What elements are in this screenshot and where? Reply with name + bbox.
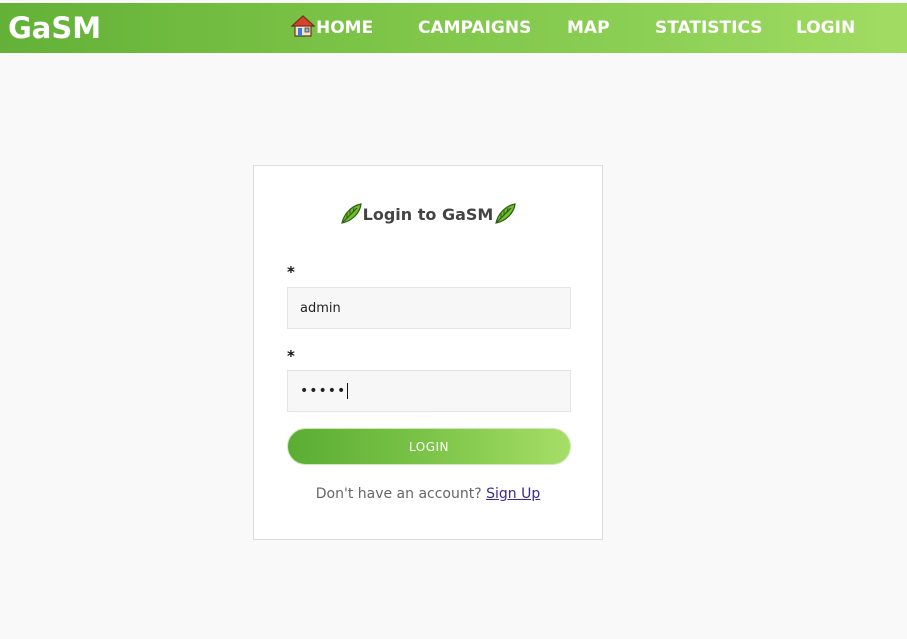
- login-button[interactable]: LOGIN: [287, 428, 571, 465]
- nav-login[interactable]: LOGIN: [796, 18, 855, 38]
- nav-statistics[interactable]: STATISTICS: [655, 18, 762, 38]
- username-required-marker: *: [287, 263, 295, 281]
- leaf-icon: [493, 202, 517, 226]
- signup-link[interactable]: Sign Up: [486, 486, 540, 502]
- top-navbar: GaSM HOME CAMPAIGNS MAP STATISTICS LOGIN: [0, 3, 907, 53]
- login-card: Login to GaSM * admin * ••••• LOGIN Don'…: [253, 165, 603, 540]
- nav-home[interactable]: HOME: [290, 15, 374, 38]
- signup-row: Don't have an account? Sign Up: [254, 486, 602, 502]
- password-value: •••••: [300, 383, 347, 399]
- leaf-icon: [339, 202, 363, 226]
- signup-prompt: Don't have an account?: [315, 486, 482, 502]
- nav-map[interactable]: MAP: [567, 18, 610, 38]
- login-title-text: Login to GaSM: [362, 204, 494, 224]
- password-required-marker: *: [287, 347, 295, 365]
- username-value: admin: [300, 300, 341, 316]
- text-caret: [347, 383, 349, 399]
- login-title: Login to GaSM: [254, 202, 602, 226]
- nav-home-label: HOME: [316, 18, 374, 38]
- password-input[interactable]: •••••: [287, 370, 571, 412]
- house-icon: [290, 15, 316, 37]
- nav-campaigns[interactable]: CAMPAIGNS: [418, 18, 531, 38]
- brand-logo[interactable]: GaSM: [8, 11, 101, 45]
- username-input[interactable]: admin: [287, 287, 571, 329]
